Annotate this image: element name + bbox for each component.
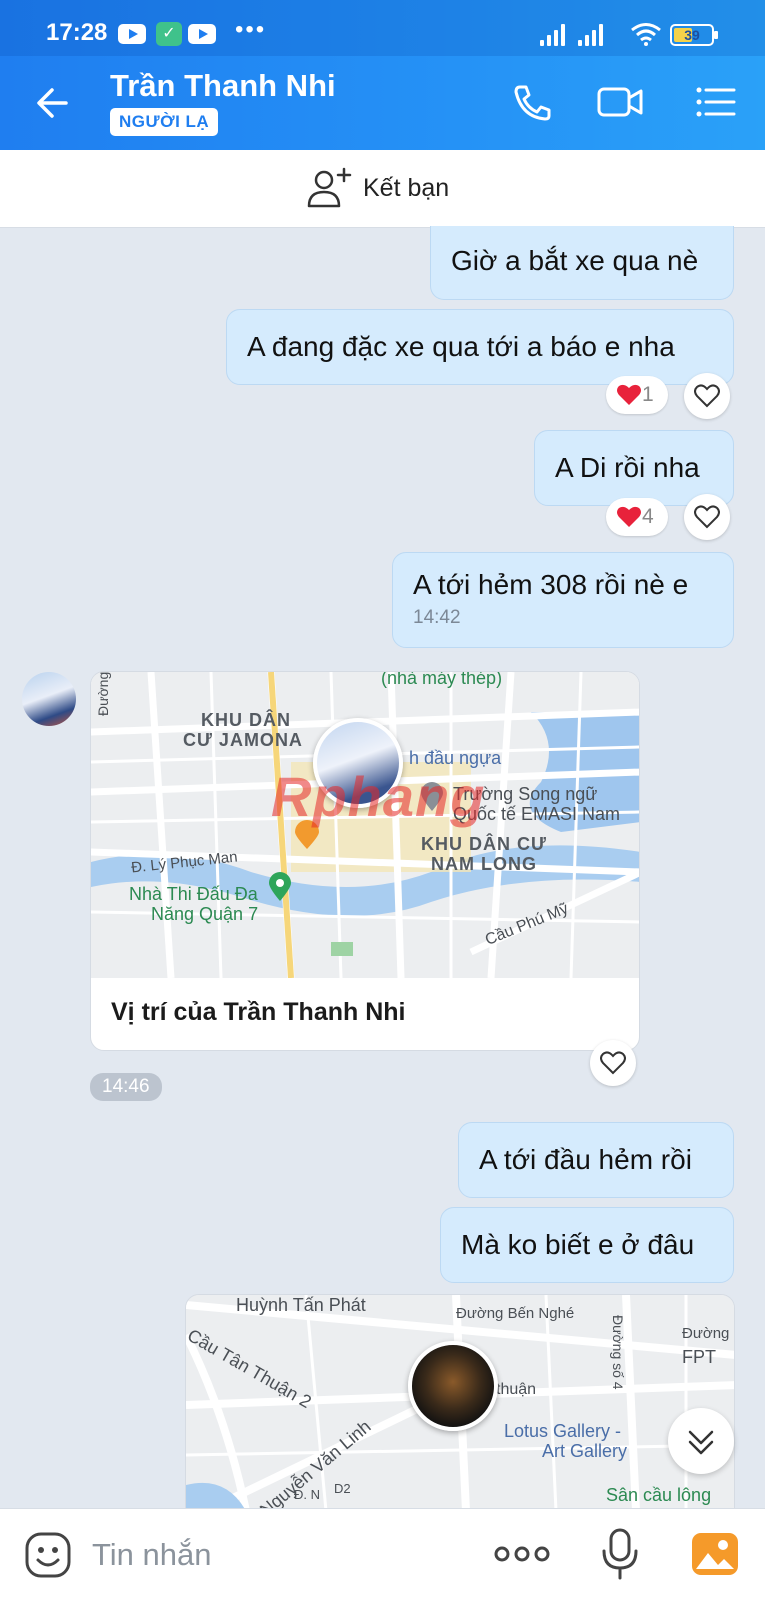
signal-icon [540,22,570,46]
map-label: thuận [496,1381,537,1398]
map-label: KHU DÂN CƯ [421,834,547,854]
phone-icon[interactable] [508,82,556,122]
more-dots-icon: ••• [235,16,267,43]
status-time: 17:28 [46,19,108,46]
reaction-summary[interactable]: 4 [606,498,668,536]
menu-list-icon[interactable] [694,82,742,122]
map-label: Sân cầu lông [606,1485,712,1505]
map-label: Đường Bến Nghé [456,1305,575,1322]
top-bar: 17:28 ✓ ••• 39 Trần Thanh Nhi NGƯỜI LẠ [0,0,765,150]
chat-header: Trần Thanh Nhi NGƯỜI LẠ [0,56,765,150]
contact-name[interactable]: Trần Thanh Nhi [110,68,336,104]
message-bubble[interactable]: Giờ a bắt xe qua nè [430,226,734,300]
map-label: Nhà Thi Đấu Đa [129,884,258,904]
map-label: NAM LONG [431,854,537,874]
message-text: Giờ a bắt xe qua nè [451,245,699,276]
battery-icon: 39 [670,24,718,46]
message-text: A tới đầu hẻm rồi [479,1144,692,1175]
map-label: Huỳnh Tấn Phát [236,1295,366,1315]
battery-level: 39 [684,27,700,43]
react-heart-button[interactable] [684,494,730,540]
status-bar: 17:28 ✓ ••• 39 [0,0,765,56]
add-friend-bar[interactable]: Kết bạn [0,150,765,228]
stranger-badge: NGƯỜI LẠ [110,108,219,136]
map-label: Năng Quận 7 [151,904,259,924]
zalo-icon: ✓ [156,22,182,46]
heart-outline-icon [694,505,720,529]
signal-icon [578,22,608,46]
map-label: D2 [334,1481,351,1496]
map-label: (nhà máy thép) [381,672,503,688]
message-bubble[interactable]: Mà ko biết e ở đâu [440,1207,734,1283]
message-text: A tới hẻm 308 rồi nè e [413,569,689,600]
message-bubble[interactable]: A tới hẻm 308 rồi nè e 14:42 [392,552,734,648]
reaction-summary[interactable]: 1 [606,376,668,414]
map-label: Đường [95,672,111,716]
microphone-icon[interactable] [600,1527,640,1581]
message-time: 14:42 [413,607,461,628]
map-pin-icon [269,872,291,901]
chevron-down-icon [688,1430,714,1455]
location-card[interactable]: Huỳnh Tấn Phát Đường Bến Nghé Đường số 4… [185,1294,735,1510]
map-label: Đường số 4 [610,1315,626,1390]
message-bubble[interactable]: A đang đặc xe qua tới a báo e nha [226,309,734,385]
heart-icon [617,384,641,405]
heart-outline-icon [694,384,720,408]
message-input[interactable]: Tin nhắn [92,1537,212,1573]
map-label: Lotus Gallery - [504,1421,622,1441]
location-card[interactable]: (nhà máy thép) Đường KHU DÂN CƯ JAMONA h… [90,671,640,1051]
more-dots-icon[interactable] [494,1539,550,1569]
message-time: 14:46 [90,1073,162,1101]
wifi-icon [631,23,661,46]
reaction-count: 1 [642,383,654,406]
scroll-down-button[interactable] [668,1408,734,1474]
react-heart-button[interactable] [684,373,730,419]
back-arrow-icon[interactable] [30,80,76,126]
user-location-avatar [408,1341,498,1431]
message-bubble[interactable]: A tới đầu hẻm rồi [458,1122,734,1198]
contact-avatar[interactable] [22,672,76,726]
map-label: FPT [682,1347,716,1367]
heart-outline-icon [600,1051,626,1075]
heart-icon [617,506,641,527]
photo-icon[interactable] [690,1529,740,1579]
message-text: A Di rồi nha [555,452,700,483]
video-call-icon[interactable] [596,82,644,122]
message-text: A đang đặc xe qua tới a báo e nha [247,331,675,362]
map-label: KHU DÂN [201,710,291,730]
emoji-icon[interactable] [24,1531,72,1579]
location-caption: Vị trí của Trần Thanh Nhi [111,998,406,1026]
watermark-text: Rphang [271,765,486,828]
map-label: Đ. N [294,1487,320,1502]
map-label: Art Gallery [542,1441,628,1461]
map-preview[interactable]: (nhà máy thép) Đường KHU DÂN CƯ JAMONA h… [91,672,639,978]
youtube-icon [188,24,216,44]
youtube-icon [118,24,146,44]
message-text: Mà ko biết e ở đâu [461,1229,695,1260]
map-label: Đường [682,1325,730,1342]
message-input-bar: Tin nhắn [0,1508,765,1600]
reaction-count: 4 [642,505,654,528]
add-friend-label[interactable]: Kết bạn [363,174,449,203]
add-user-icon [307,167,352,208]
react-heart-button[interactable] [590,1040,636,1086]
map-label: CƯ JAMONA [183,730,303,750]
